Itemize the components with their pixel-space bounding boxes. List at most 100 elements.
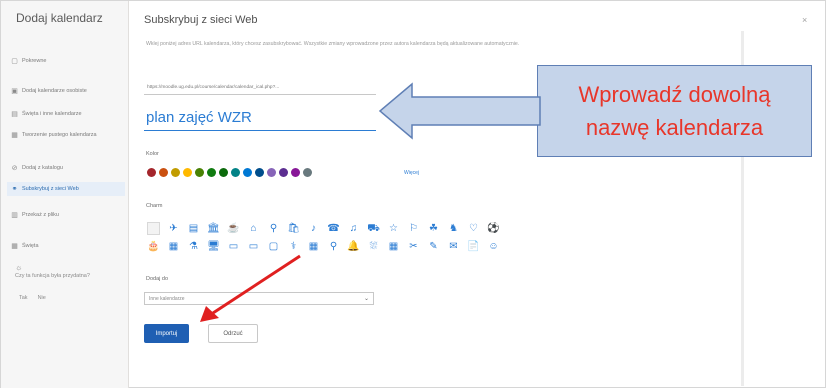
sidebar: Dodaj kalendarz ▢ Pokrewne ▣ Dodaj kalen… [1,1,129,388]
color-swatch[interactable] [183,168,192,177]
sidebar-item-directory[interactable]: ⊘ Dodaj z katalogu [7,161,125,175]
charm-icon[interactable]: ☎ [327,222,340,235]
directory-icon: ⊘ [11,164,18,172]
charm-icon[interactable]: ⚽ [487,222,500,235]
charm-icon[interactable]: 🏛 [207,222,220,235]
chevron-down-icon: ⌄ [363,296,369,302]
color-swatch[interactable] [195,168,204,177]
sidebar-item-subscribe[interactable]: ⚭ Subskrybuj z sieci Web [7,182,125,196]
sidebar-item-label: Dodaj z katalogu [22,165,63,171]
charm-icon[interactable]: ♡ [467,222,480,235]
charm-icon[interactable]: ▭ [247,240,260,253]
feedback-question: Czy ta funkcja była przydatna? [15,273,90,279]
charm-icon[interactable]: ☕ [227,222,240,235]
charm-icon[interactable]: ▦ [387,240,400,253]
charm-icon[interactable]: 🎂 [147,240,160,253]
cancel-button[interactable]: Odrzuć [208,324,258,343]
color-swatch[interactable] [279,168,288,177]
annotation-line-2: nazwę kalendarza [585,115,764,140]
charm-icon[interactable]: ☘ [427,222,440,235]
sidebar-item-holiday-flag[interactable]: ▦ Święta [7,239,125,253]
charm-icon[interactable]: ⚕ [287,240,300,253]
color-swatch[interactable] [171,168,180,177]
charm-icon[interactable]: ✂ [407,240,420,253]
charm-icon[interactable]: 🖥 [207,240,220,253]
charm-row: 🎂 ▦ ⚗ 🖥 ▭ ▭ ▢ ⚕ ▦ ⚲ 🔔 ⛆ ▦ ✂ ✎ ✉ 📄 ☺ [147,237,587,255]
charm-icon[interactable]: ✎ [427,240,440,253]
color-swatch[interactable] [267,168,276,177]
charm-icon[interactable]: 📄 [467,240,480,253]
close-icon[interactable]: × [802,15,807,25]
charm-icon[interactable]: ▢ [267,240,280,253]
charm-icon[interactable]: 🔔 [347,240,360,253]
color-swatch[interactable] [207,168,216,177]
sidebar-item-label: Tworzenie pustego kalendarza [22,132,97,138]
description-text: Wklej poniżej adres URL kalendarza, któr… [146,41,520,47]
charm-icon[interactable]: ⛟ [367,222,380,235]
import-button[interactable]: Importuj [144,324,189,343]
calendar-icon: ▢ [11,57,18,65]
charm-icon[interactable]: ☺ [487,240,500,253]
sidebar-item-personal[interactable]: ▣ Dodaj kalendarze osobiste [7,84,125,98]
add-to-label: Dodaj do [146,276,169,282]
sidebar-title: Dodaj kalendarz [16,11,103,25]
calendar-url-input[interactable]: https://moodle.ug.edu.pl/course/calendar… [144,81,376,95]
charm-icon[interactable]: ⚲ [327,240,340,253]
page-title: Subskrybuj z sieci Web [144,14,258,26]
file-icon: ▥ [11,211,18,219]
color-swatch[interactable] [303,168,312,177]
charm-icon[interactable]: ✈ [167,222,180,235]
flag-icon: ▦ [11,242,18,250]
blank-calendar-icon: ▦ [11,131,18,139]
charm-icon[interactable]: ⚗ [187,240,200,253]
charm-icon[interactable]: · [147,221,160,235]
feedback-no-link[interactable]: Nie [38,295,46,301]
charm-icon[interactable]: ▦ [167,240,180,253]
sidebar-item-label: Święta [22,243,39,249]
sidebar-item-label: Dodaj kalendarze osobiste [22,88,87,94]
add-to-value: Inne kalendarze [149,296,185,302]
charm-icon[interactable]: ♪ [307,222,320,235]
charm-icon[interactable]: ⌂ [247,222,260,235]
sidebar-item-holidays[interactable]: ▤ Święta i inne kalendarze [7,107,125,121]
color-swatch[interactable] [231,168,240,177]
charm-icon[interactable]: ⚐ [407,222,420,235]
charm-icon[interactable]: ✉ [447,240,460,253]
sidebar-item-label: Pokrewne [22,58,47,64]
color-swatch[interactable] [291,168,300,177]
holiday-icon: ▤ [11,110,18,118]
add-to-select[interactable]: Inne kalendarze ⌄ [144,292,374,305]
color-swatch[interactable] [219,168,228,177]
sidebar-item-file[interactable]: ▥ Przekaż z pliku [7,208,125,222]
charm-icon[interactable]: ▭ [227,240,240,253]
sidebar-item-blank[interactable]: ▦ Tworzenie pustego kalendarza [7,128,125,142]
annotation-callout: Wprowadź dowolną nazwę kalendarza [537,65,812,157]
sidebar-item-label: Święta i inne kalendarze [22,111,82,117]
feedback-yes-link[interactable]: Tak [19,295,28,301]
color-swatch[interactable] [255,168,264,177]
sidebar-item-related[interactable]: ▢ Pokrewne [7,54,125,68]
charm-icon[interactable]: ⚲ [267,222,280,235]
charm-picker: · ✈ ▤ 🏛 ☕ ⌂ ⚲ 🛍 ♪ ☎ ♫ ⛟ ☆ ⚐ ☘ ♞ ♡ ⚽ 🎂 ▦ ⚗ 🖥 ▭ ▭ ▢ ⚕ ▦ ⚲ 🔔 ⛆ ▦ ✂ ✎ ✉ 📄 ☺ [147,219,587,255]
sidebar-item-label: Subskrybuj z sieci Web [22,186,79,192]
color-picker [147,168,312,177]
color-label: Kolor [146,151,159,157]
more-colors-link[interactable]: Więcej [404,170,419,176]
charm-icon[interactable]: ♫ [347,222,360,235]
color-swatch[interactable] [159,168,168,177]
sidebar-item-label: Przekaż z pliku [22,212,59,218]
charm-icon[interactable]: ♞ [447,222,460,235]
calendar-name-input[interactable]: plan zajęć WZR [144,107,376,131]
annotation-line-1: Wprowadź dowolną [578,82,771,107]
charm-icon[interactable]: ⛆ [367,240,380,253]
color-swatch[interactable] [147,168,156,177]
link-icon: ⚭ [11,185,18,193]
charm-icon[interactable]: 🛍 [287,222,300,235]
color-swatch[interactable] [243,168,252,177]
add-calendar-window: Dodaj kalendarz ▢ Pokrewne ▣ Dodaj kalen… [0,0,826,388]
lightbulb-icon: ☼ [15,263,23,272]
charms-label: Charm [146,203,163,209]
charm-icon[interactable]: ☆ [387,222,400,235]
charm-icon[interactable]: ▦ [307,240,320,253]
charm-icon[interactable]: ▤ [187,222,200,235]
